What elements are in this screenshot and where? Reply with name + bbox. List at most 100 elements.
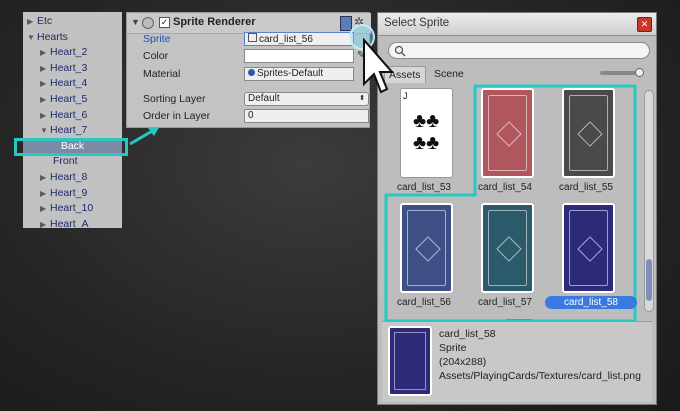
preview-type: Sprite (439, 342, 467, 354)
collapsed-arrow-icon[interactable]: ▶ (40, 217, 50, 228)
collapsed-arrow-icon[interactable]: ▶ (27, 14, 37, 29)
hierarchy-item[interactable]: ▶ Heart_9 (40, 186, 87, 201)
preview-path: Assets/PlayingCards/Textures/card_list.p… (439, 370, 641, 382)
tab-scene[interactable]: Scene (430, 66, 468, 82)
hierarchy-item[interactable]: ▶ Heart_2 (40, 45, 87, 60)
collapsed-arrow-icon[interactable]: ▶ (40, 76, 50, 91)
hierarchy-item[interactable]: ▶ Heart_5 (40, 92, 87, 107)
hierarchy-item-label: Heart_A (50, 217, 89, 228)
card-back-thumbnail (562, 203, 615, 293)
collapsed-arrow-icon[interactable]: ▶ (40, 92, 50, 107)
order-label: Order in Layer (143, 110, 211, 122)
card-back-thumbnail (400, 203, 453, 293)
hierarchy-item-label: Etc (37, 15, 53, 27)
hierarchy-item-label: Heart_2 (50, 46, 88, 59)
hierarchy-item[interactable]: ▶ Heart_4 (40, 76, 87, 91)
sorting-layer-value: Default (248, 93, 280, 104)
search-input[interactable] (388, 42, 650, 59)
card-face-thumbnail: J ♣♣ ♣♣ (400, 88, 453, 178)
scrollbar-thumb[interactable] (646, 259, 652, 301)
hierarchy-item-label: Heart_7 (50, 124, 88, 137)
collapsed-arrow-icon[interactable]: ▶ (40, 108, 50, 123)
hierarchy-item[interactable]: ▶ Heart_8 (40, 170, 87, 185)
material-label: Material (143, 68, 181, 80)
hierarchy-item[interactable]: ▼ Heart_7 (40, 123, 87, 138)
mouse-cursor-icon (363, 38, 394, 94)
sprite-cell[interactable]: card_list_56 (384, 201, 464, 311)
material-field[interactable]: Sprites-Default (244, 67, 354, 81)
component-title: Sprite Renderer (173, 16, 256, 28)
preview-panel: card_list_58 Sprite (204x288) Assets/Pla… (382, 321, 652, 402)
hierarchy-item-label: Heart_9 (50, 186, 88, 199)
collapsed-arrow-icon[interactable]: ▶ (40, 186, 50, 201)
hierarchy-item[interactable]: ▶ Heart_6 (40, 108, 87, 123)
card-back-thumbnail (481, 203, 534, 293)
expanded-arrow-icon[interactable]: ▼ (27, 30, 37, 45)
hierarchy-item-label: Front (53, 155, 78, 168)
sprite-grid: J ♣♣ ♣♣ card_list_53 card_list_54 card_list_5… (378, 83, 643, 323)
sprite-icon (248, 33, 257, 42)
collapsed-arrow-icon[interactable]: ▶ (40, 61, 50, 76)
hierarchy-item-label: Heart_4 (50, 77, 88, 90)
select-sprite-window: Select Sprite ✕ Assets Scene J ♣♣ ♣♣ card_l… (377, 12, 657, 405)
hierarchy-item-label: Heart_3 (50, 61, 88, 74)
back-highlight-box (14, 138, 128, 156)
card-back-thumbnail (562, 88, 615, 178)
hierarchy-item-label: Heart_6 (50, 108, 88, 121)
collapsed-arrow-icon[interactable]: ▶ (40, 170, 50, 185)
sprite-field[interactable]: card_list_56 (244, 32, 354, 46)
collapsed-arrow-icon[interactable]: ▶ (40, 45, 50, 60)
hierarchy-item[interactable]: ▶ Heart_A (40, 217, 89, 228)
hierarchy-item[interactable]: ▶ Heart_10 (40, 201, 93, 216)
hierarchy-item[interactable]: ▶ Heart_3 (40, 61, 87, 76)
zoom-slider-knob[interactable] (635, 68, 644, 77)
preview-size: (204x288) (439, 356, 487, 368)
inspector-panel: ▼ ✓ Sprite Renderer ✲ Sprite card_list_5… (126, 12, 371, 128)
close-button[interactable]: ✕ (637, 17, 652, 32)
hierarchy-item-label: Heart_10 (50, 202, 94, 215)
component-gear-icon (142, 17, 154, 29)
grid-scrollbar[interactable] (644, 90, 654, 312)
enabled-checkbox[interactable]: ✓ (159, 17, 170, 28)
sprite-name-label: card_list_57 (478, 297, 532, 308)
hierarchy-item-label: Heart_8 (50, 171, 88, 183)
sprite-name-label: card_list_54 (478, 182, 532, 193)
foldout-icon[interactable]: ▼ (131, 17, 140, 27)
help-book-icon[interactable] (340, 16, 352, 31)
sprite-name-label: card_list_58 (545, 296, 637, 309)
component-header: ▼ ✓ Sprite Renderer ✲ (127, 13, 371, 34)
search-icon (394, 45, 406, 57)
sprite-label: Sprite (143, 33, 171, 45)
sprite-name-label: card_list_55 (559, 182, 613, 193)
zoom-slider[interactable] (600, 68, 644, 77)
material-icon (248, 69, 255, 76)
hierarchy-item[interactable]: ▼ Hearts (27, 30, 68, 45)
color-label: Color (143, 50, 169, 62)
hierarchy-item[interactable]: Front (53, 154, 78, 169)
order-value: 0 (248, 110, 254, 121)
sprite-cell[interactable]: card_list_58 (545, 201, 637, 311)
preview-thumbnail (388, 326, 432, 396)
hierarchy-item-label: Heart_5 (50, 93, 88, 105)
hierarchy-item[interactable]: ▶ Etc (27, 14, 52, 29)
window-titlebar[interactable]: Select Sprite ✕ (378, 13, 656, 36)
collapsed-arrow-icon[interactable]: ▶ (40, 201, 50, 216)
expanded-arrow-icon[interactable]: ▼ (40, 123, 50, 138)
order-field[interactable]: 0 (244, 109, 369, 123)
hierarchy-item-label: Hearts (37, 30, 68, 43)
sprite-cell[interactable]: card_list_57 (465, 201, 545, 311)
material-value: Sprites-Default (257, 68, 324, 79)
sprite-cell[interactable]: card_list_54 (465, 86, 545, 196)
sprite-cell[interactable]: card_list_55 (546, 86, 626, 196)
sprite-cell[interactable]: J ♣♣ ♣♣ card_list_53 (384, 86, 464, 196)
hierarchy-panel: ▶ Etc ▼ Hearts ▶ Heart_2 ▶ Heart_3 ▶ Heart_4 ▶ Hear… (23, 12, 122, 228)
sorting-layer-label: Sorting Layer (143, 93, 206, 105)
sorting-layer-dropdown[interactable]: Default ⬍ (244, 92, 369, 106)
card-back-thumbnail (481, 88, 534, 178)
preview-name: card_list_58 (439, 328, 496, 340)
sprite-name-label: card_list_56 (397, 297, 451, 308)
window-title: Select Sprite (384, 17, 450, 29)
sprite-name-label: card_list_53 (397, 182, 451, 193)
sprite-value: card_list_56 (259, 34, 313, 45)
color-field[interactable] (244, 49, 354, 63)
